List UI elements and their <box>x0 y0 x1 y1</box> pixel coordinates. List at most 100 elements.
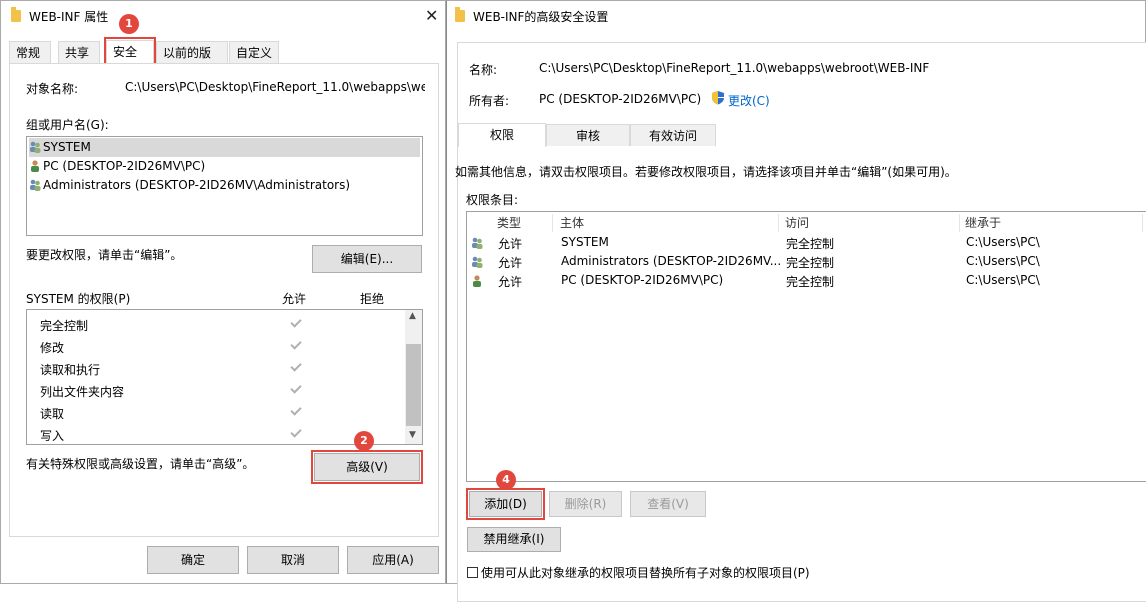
edit-button[interactable]: 编辑(E)... <box>312 245 422 273</box>
allow-header: 允许 <box>282 292 307 306</box>
column-access[interactable]: 访问 <box>785 214 809 232</box>
permissions-info-text: 如需其他信息，请双击权限项目。若要修改权限项目，请选择该项目并单击“编辑”(如果… <box>455 165 957 179</box>
title-bar: WEB-INF的高级安全设置 <box>447 1 1145 31</box>
user-row-system[interactable]: SYSTEM <box>29 138 420 157</box>
folder-icon <box>11 7 21 22</box>
entry-access: 完全控制 <box>786 237 835 251</box>
object-name-value: C:\Users\PC\Desktop\FineReport_11.0\weba… <box>125 80 425 94</box>
allow-check-icon <box>290 426 302 438</box>
tab-sharing[interactable]: 共享 <box>58 41 100 63</box>
entry-principal: SYSTEM <box>561 235 609 249</box>
ok-button[interactable]: 确定 <box>147 546 239 574</box>
user-row-administrators[interactable]: Administrators (DESKTOP-2ID26MV\Administ… <box>29 176 350 195</box>
user-icon <box>29 159 41 172</box>
scroll-down-icon[interactable]: ▼ <box>409 430 416 440</box>
entry-inherited: C:\Users\PC\ <box>966 273 1040 287</box>
highlight-add-button <box>466 488 545 520</box>
advanced-security-window: WEB-INF的高级安全设置 名称: C:\Users\PC\Desktop\F… <box>446 0 1146 602</box>
entry-row[interactable]: 允许 Administrators (DESKTOP-2ID26MV... 完全… <box>468 253 1146 272</box>
tab-effective-access[interactable]: 有效访问 <box>630 124 716 146</box>
entry-type: 允许 <box>498 237 523 251</box>
permission-write: 写入 <box>40 429 65 443</box>
permission-full-control: 完全控制 <box>40 319 89 333</box>
column-type[interactable]: 类型 <box>497 214 521 232</box>
entry-row[interactable]: 允许 SYSTEM 完全控制 C:\Users\PC\ <box>468 234 1146 253</box>
properties-window: WEB-INF 属性 ✕ 常规 共享 安全 以前的版本 自定义 1 对象名称: … <box>0 0 446 584</box>
entry-row[interactable]: 允许 PC (DESKTOP-2ID26MV\PC) 完全控制 C:\Users… <box>468 272 1146 291</box>
column-inherited-from[interactable]: 继承于 <box>965 214 1001 232</box>
change-owner-link[interactable]: 更改(C) <box>728 92 770 109</box>
tab-previous-versions[interactable]: 以前的版本 <box>156 41 228 82</box>
folder-icon <box>455 7 465 22</box>
entry-type: 允许 <box>498 275 523 289</box>
disable-inheritance-button[interactable]: 禁用继承(I) <box>467 527 561 552</box>
step-badge-1: 1 <box>119 14 139 34</box>
user-row-pc[interactable]: PC (DESKTOP-2ID26MV\PC) <box>29 157 205 176</box>
entry-inherited: C:\Users\PC\ <box>966 254 1040 268</box>
allow-check-icon <box>290 316 302 328</box>
group-icon <box>471 256 483 271</box>
step-badge-4: 4 <box>496 470 516 490</box>
window-title: WEB-INF 属性 <box>29 10 109 24</box>
user-icon <box>471 275 483 290</box>
permission-list-folder: 列出文件夹内容 <box>40 385 125 399</box>
permission-entries-label: 权限条目: <box>466 193 519 207</box>
group-icon <box>471 237 483 252</box>
allow-check-icon <box>290 338 302 350</box>
column-separator <box>1142 214 1143 232</box>
permission-modify: 修改 <box>40 341 65 355</box>
title-bar: WEB-INF 属性 ✕ <box>1 1 445 31</box>
allow-check-icon <box>290 382 302 394</box>
column-separator <box>959 214 960 232</box>
permission-read: 读取 <box>40 407 65 421</box>
step-badge-2: 2 <box>354 431 374 451</box>
permissions-scrollbar[interactable]: ▲ ▼ <box>405 310 422 444</box>
column-separator <box>778 214 779 232</box>
cancel-button[interactable]: 取消 <box>247 546 339 574</box>
change-permissions-hint: 要更改权限，请单击“编辑”。 <box>26 248 183 262</box>
users-list[interactable]: SYSTEM PC (DESKTOP-2ID26MV\PC) Administr… <box>26 136 423 236</box>
allow-check-icon <box>290 360 302 372</box>
apply-button[interactable]: 应用(A) <box>347 546 439 574</box>
user-name: PC (DESKTOP-2ID26MV\PC) <box>43 159 206 173</box>
entry-principal: Administrators (DESKTOP-2ID26MV... <box>561 254 782 268</box>
entry-type: 允许 <box>498 256 523 270</box>
column-separator <box>552 214 553 232</box>
groups-label: 组或用户名(G): <box>26 118 109 132</box>
object-name-label: 对象名称: <box>26 82 79 96</box>
special-permissions-hint: 有关特殊权限或高级设置，请单击“高级”。 <box>26 457 255 471</box>
highlight-security-tab <box>104 37 156 65</box>
close-icon[interactable]: ✕ <box>425 6 438 25</box>
deny-header: 拒绝 <box>360 292 385 306</box>
replace-child-permissions-label: 使用可从此对象继承的权限项目替换所有子对象的权限项目(P) <box>481 566 810 580</box>
window-title: WEB-INF的高级安全设置 <box>473 10 609 24</box>
highlight-advanced-button <box>311 450 423 484</box>
owner-value: PC (DESKTOP-2ID26MV\PC) <box>539 92 702 106</box>
entry-access: 完全控制 <box>786 275 835 289</box>
name-value: C:\Users\PC\Desktop\FineReport_11.0\weba… <box>539 61 930 75</box>
user-name: SYSTEM <box>43 140 91 154</box>
entry-access: 完全控制 <box>786 256 835 270</box>
group-icon <box>29 140 41 153</box>
scroll-up-icon[interactable]: ▲ <box>409 311 416 321</box>
entry-principal: PC (DESKTOP-2ID26MV\PC) <box>561 273 724 287</box>
entry-inherited: C:\Users\PC\ <box>966 235 1040 249</box>
remove-button[interactable]: 删除(R) <box>549 491 622 517</box>
allow-check-icon <box>290 404 302 416</box>
user-name: Administrators (DESKTOP-2ID26MV\Administ… <box>43 178 351 192</box>
tab-general[interactable]: 常规 <box>9 41 51 63</box>
scroll-thumb[interactable] <box>406 344 421 426</box>
replace-child-permissions-checkbox[interactable] <box>467 567 478 578</box>
column-principal[interactable]: 主体 <box>560 214 584 232</box>
security-panel: 对象名称: C:\Users\PC\Desktop\FineReport_11.… <box>9 63 439 537</box>
permissions-list[interactable]: 完全控制 修改 读取和执行 列出文件夹内容 读取 写入 ▲ ▼ <box>26 309 423 445</box>
permission-read-execute: 读取和执行 <box>40 363 101 377</box>
group-icon <box>29 178 41 191</box>
tab-permissions[interactable]: 权限 <box>458 123 546 147</box>
tab-auditing[interactable]: 审核 <box>546 124 630 146</box>
name-label: 名称: <box>469 63 498 77</box>
permissions-header: SYSTEM 的权限(P) <box>26 292 131 306</box>
tab-customize[interactable]: 自定义 <box>229 41 279 63</box>
view-button[interactable]: 查看(V) <box>630 491 706 517</box>
owner-label: 所有者: <box>469 94 510 108</box>
